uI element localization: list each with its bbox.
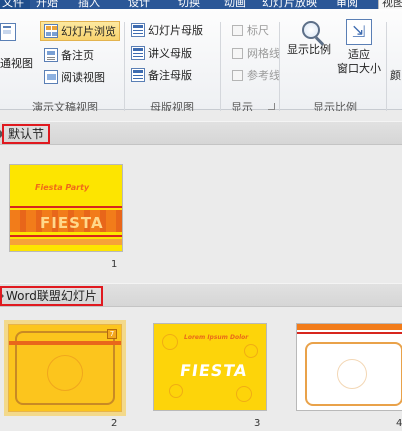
guides-label: 参考线 <box>247 69 280 82</box>
zoom-button[interactable]: 显示比例 <box>284 19 334 57</box>
swirl-graphic <box>244 344 258 358</box>
ribbon-view-panel: 通视图 幻灯片浏览 备注页 阅读视图 演示文稿视图 幻灯片母版 讲义母版 备注母… <box>0 9 402 114</box>
slide-thumbnail-2[interactable]: 7 <box>4 320 126 416</box>
fit-label-line1: 适应 <box>348 48 370 61</box>
slide-band <box>10 239 122 245</box>
section-title: 默认节 <box>2 124 51 144</box>
notes-master-button[interactable]: 备注母版 <box>131 66 192 84</box>
slide-band <box>297 324 402 330</box>
ribbon-tab-bar: 文件 开始 插入 设计 切换 动画 幻灯片放映 审阅 视图 <box>0 0 402 9</box>
fit-to-window-button[interactable]: 适应 窗口大小 <box>334 19 384 76</box>
normal-view-label-button[interactable]: 通视图 <box>0 55 33 71</box>
slide-master-label: 幻灯片母版 <box>148 24 203 37</box>
tab-animations[interactable]: 动画 <box>224 0 246 9</box>
slide-number: 4 <box>396 418 402 429</box>
slide-thumbnail-4[interactable] <box>296 323 402 411</box>
normal-view-icon <box>0 23 16 41</box>
slide-sorter-pane: 默认节 Fiesta Party FIESTA 1 Word联盟幻灯片 7 2 … <box>0 111 402 431</box>
handout-master-label: 讲义母版 <box>148 47 192 60</box>
gridlines-label: 网格线 <box>247 47 280 60</box>
handout-master-icon <box>131 46 145 60</box>
swirl-graphic <box>47 355 83 391</box>
ruler-label: 标尺 <box>247 24 269 37</box>
swirl-graphic <box>236 386 252 402</box>
tab-transitions[interactable]: 切换 <box>178 0 200 9</box>
slide-title-text: Lorem Ipsum Dolor <box>184 334 249 341</box>
tab-review[interactable]: 审阅 <box>336 0 358 9</box>
tab-insert[interactable]: 插入 <box>78 0 100 9</box>
color-label: 颜 <box>390 69 401 82</box>
show-dialog-launcher-icon[interactable] <box>268 103 275 110</box>
zoom-label: 显示比例 <box>287 43 331 56</box>
fit-window-icon <box>346 19 372 45</box>
section-title: Word联盟幻灯片 <box>0 286 103 306</box>
slide-stripe <box>297 332 402 334</box>
notes-master-icon <box>131 68 145 82</box>
swirl-graphic <box>169 384 183 398</box>
slide-number: 3 <box>254 418 261 429</box>
guides-checkbox-box <box>232 69 243 81</box>
reading-view-label: 阅读视图 <box>61 71 105 84</box>
slide-number: 1 <box>111 259 118 270</box>
group-separator <box>386 22 387 112</box>
color-button[interactable]: 颜 <box>390 67 401 83</box>
slide-thumbnail-1[interactable]: Fiesta Party FIESTA <box>9 164 123 252</box>
ruler-checkbox[interactable]: 标尺 <box>232 21 269 39</box>
tab-start[interactable]: 开始 <box>36 0 58 9</box>
notes-page-icon <box>44 48 58 62</box>
tab-slideshow[interactable]: 幻灯片放映 <box>262 0 317 9</box>
notes-page-button[interactable]: 备注页 <box>44 46 94 64</box>
slide-number: 2 <box>111 418 118 429</box>
normal-view-button[interactable] <box>0 23 36 57</box>
swirl-graphic <box>337 359 367 389</box>
gridlines-checkbox[interactable]: 网格线 <box>232 44 280 62</box>
slide-stripe <box>10 206 122 208</box>
slide-sorter-button[interactable]: 幻灯片浏览 <box>40 21 120 41</box>
slide-sorter-icon <box>44 24 58 38</box>
group-separator <box>220 22 221 112</box>
notes-page-label: 备注页 <box>61 49 94 62</box>
handout-master-button[interactable]: 讲义母版 <box>131 44 192 62</box>
section-header-word[interactable]: Word联盟幻灯片 <box>0 283 402 307</box>
slide-band <box>9 341 121 345</box>
slide-word-art: FIESTA <box>40 214 104 232</box>
slide-badge: 7 <box>107 329 117 339</box>
slide-thumbnail-3[interactable]: Lorem Ipsum Dolor FIESTA <box>153 323 267 411</box>
swirl-graphic <box>162 334 178 350</box>
fit-label-line2: 窗口大小 <box>337 62 381 75</box>
slide-sorter-label: 幻灯片浏览 <box>61 25 116 38</box>
gridlines-checkbox-box <box>232 47 243 59</box>
tab-view[interactable]: 视图 <box>378 0 402 9</box>
ruler-checkbox-box <box>232 24 243 36</box>
group-separator <box>124 22 125 112</box>
group-separator <box>279 22 280 112</box>
magnifier-icon <box>302 21 320 39</box>
normal-view-label: 通视图 <box>0 57 33 70</box>
reading-view-icon <box>44 70 58 84</box>
slide-stripe <box>10 235 122 237</box>
slide-master-button[interactable]: 幻灯片母版 <box>131 21 203 39</box>
tab-file[interactable]: 文件 <box>0 0 30 9</box>
slide-master-icon <box>131 23 145 37</box>
reading-view-button[interactable]: 阅读视图 <box>44 68 105 86</box>
slide-word-art: FIESTA <box>178 361 249 380</box>
guides-checkbox[interactable]: 参考线 <box>232 66 280 84</box>
slide-title-text: Fiesta Party <box>35 183 90 192</box>
tab-design[interactable]: 设计 <box>128 0 150 9</box>
notes-master-label: 备注母版 <box>148 69 192 82</box>
section-header-default[interactable]: 默认节 <box>0 121 402 145</box>
